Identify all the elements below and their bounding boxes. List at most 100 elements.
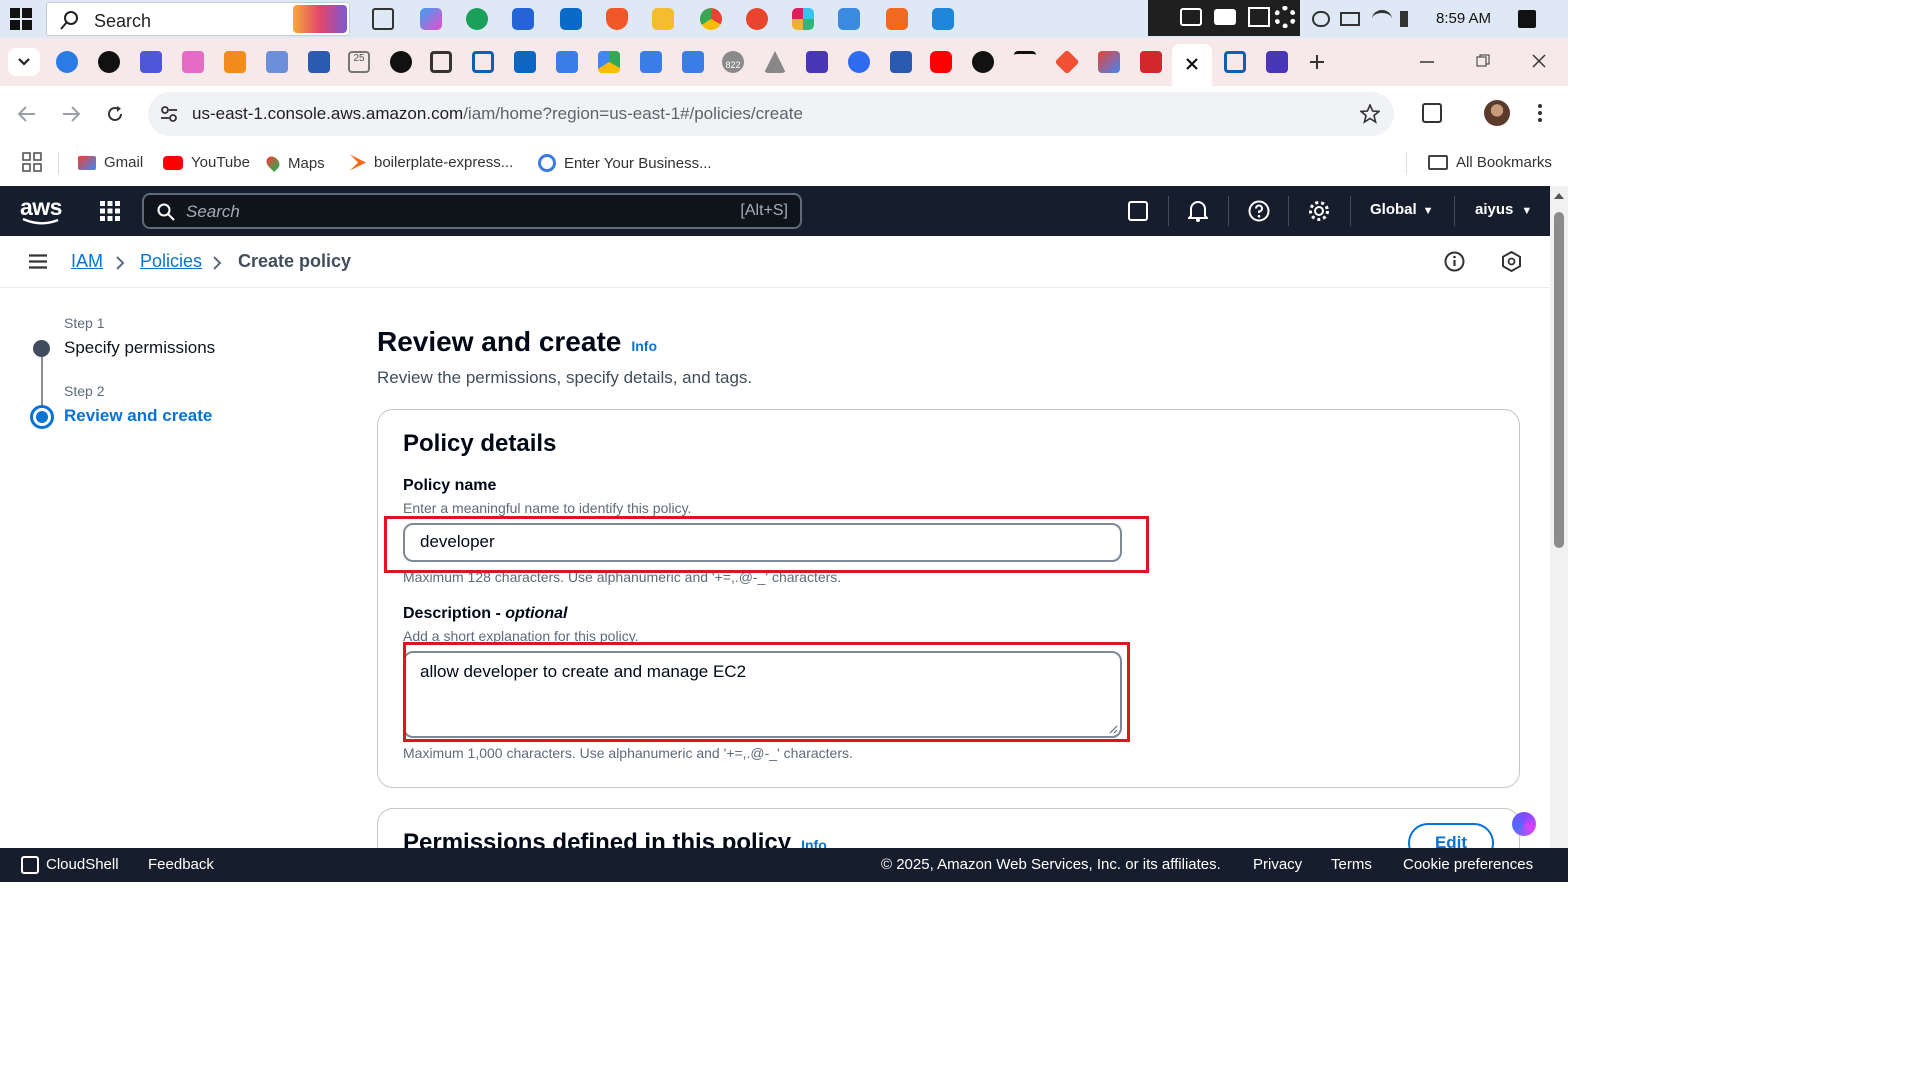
restore-icon[interactable] xyxy=(1476,54,1490,68)
bookmark-star-icon[interactable] xyxy=(1360,104,1380,124)
chatgpt-icon[interactable] xyxy=(972,51,994,73)
edit-button[interactable]: Edit xyxy=(1408,823,1494,848)
breadcrumb-policies[interactable]: Policies xyxy=(140,251,202,272)
tab-icon-3[interactable] xyxy=(140,51,162,73)
edge-icon[interactable] xyxy=(466,8,488,30)
cloudshell-footer-icon[interactable] xyxy=(21,856,39,874)
github-icon[interactable] xyxy=(98,51,120,73)
bookmark-business[interactable]: Enter Your Business... xyxy=(538,154,712,172)
chrome-icon[interactable] xyxy=(700,8,722,30)
screen-icon[interactable] xyxy=(1248,7,1270,27)
brave-icon[interactable] xyxy=(606,8,628,30)
settings-gear-icon[interactable] xyxy=(1308,200,1330,222)
tab-icon-11[interactable] xyxy=(472,51,494,73)
hamburger-menu-icon[interactable] xyxy=(29,254,47,269)
tab-icon-29[interactable] xyxy=(1224,51,1246,73)
tab-icon-19[interactable] xyxy=(806,51,828,73)
tab-icon-5[interactable] xyxy=(224,51,246,73)
scrollbar-thumb[interactable] xyxy=(1554,212,1564,548)
aws-logo[interactable]: aws xyxy=(20,194,62,221)
tab-icon-6[interactable] xyxy=(266,51,288,73)
vscode-icon[interactable] xyxy=(932,8,954,30)
reload-icon[interactable] xyxy=(106,105,124,123)
windows-start-icon[interactable] xyxy=(10,8,32,30)
battery-icon[interactable] xyxy=(1340,12,1360,26)
tab-icon-18[interactable] xyxy=(764,51,786,73)
tab-badge-icon[interactable]: 822 xyxy=(722,51,744,73)
file-explorer-icon[interactable] xyxy=(652,8,674,30)
url-bar[interactable]: us-east-1.console.aws.amazon.com/iam/hom… xyxy=(148,92,1394,136)
tab-icon-27[interactable] xyxy=(1140,51,1162,73)
camera-icon[interactable] xyxy=(1180,8,1202,26)
slack-icon[interactable] xyxy=(792,8,814,30)
tab-icon-4[interactable] xyxy=(182,51,204,73)
docs-icon[interactable] xyxy=(556,51,578,73)
zoom-icon[interactable] xyxy=(848,51,870,73)
video-camera-icon[interactable] xyxy=(1214,9,1236,25)
forward-icon[interactable] xyxy=(62,106,80,122)
tab-icon-24[interactable] xyxy=(1014,51,1036,73)
linkedin-icon[interactable] xyxy=(514,51,536,73)
copilot-icon[interactable] xyxy=(420,8,442,30)
docs-icon-2[interactable] xyxy=(640,51,662,73)
tab-icon-10[interactable] xyxy=(430,51,452,73)
scroll-up-icon[interactable] xyxy=(1554,192,1564,199)
bookmark-maps[interactable]: Maps xyxy=(263,153,325,173)
page-scrollbar[interactable] xyxy=(1550,186,1568,848)
bookmark-boilerplate[interactable]: boilerplate-express... xyxy=(350,154,513,171)
volume-icon[interactable] xyxy=(1400,11,1418,27)
bell-icon[interactable] xyxy=(1188,200,1208,222)
cloudshell-link[interactable]: CloudShell xyxy=(46,856,119,873)
tab-search-button[interactable] xyxy=(8,48,40,76)
kebab-menu-icon[interactable] xyxy=(1538,104,1542,122)
help-icon[interactable] xyxy=(1248,200,1270,222)
drive-icon[interactable] xyxy=(598,51,620,73)
task-view-icon[interactable] xyxy=(372,8,394,30)
close-icon[interactable] xyxy=(1185,57,1199,71)
photos-icon[interactable] xyxy=(838,8,860,30)
minimize-icon[interactable] xyxy=(1420,60,1434,64)
cookie-preferences-link[interactable]: Cookie preferences xyxy=(1403,856,1533,873)
assistant-icon[interactable] xyxy=(1512,812,1536,836)
tab-active[interactable] xyxy=(1172,44,1212,86)
feedback-link[interactable]: Feedback xyxy=(148,856,214,873)
store-icon[interactable] xyxy=(512,8,534,30)
account-menu[interactable]: aiyus ▼ xyxy=(1475,201,1532,218)
taskbar-search[interactable]: Search xyxy=(46,2,350,36)
window-close-icon[interactable] xyxy=(1532,54,1546,68)
profile-avatar[interactable] xyxy=(1484,100,1510,126)
page-info-link[interactable]: Info xyxy=(631,338,657,354)
taskbar-clock[interactable]: 8:59 AM xyxy=(1436,10,1491,27)
site-info-icon[interactable] xyxy=(160,105,178,123)
privacy-link[interactable]: Privacy xyxy=(1253,856,1302,873)
wifi-icon[interactable] xyxy=(1372,10,1392,28)
all-bookmarks[interactable]: All Bookmarks xyxy=(1428,154,1552,171)
breadcrumb-iam[interactable]: IAM xyxy=(71,251,103,272)
tab-icon-30[interactable] xyxy=(1266,51,1288,73)
terms-link[interactable]: Terms xyxy=(1331,856,1372,873)
calendar-icon[interactable]: 25 xyxy=(348,51,370,73)
extensions-icon[interactable] xyxy=(1422,103,1442,123)
step-1-name[interactable]: Specify permissions xyxy=(64,338,215,358)
notifications-icon[interactable] xyxy=(1518,10,1536,28)
git-icon[interactable] xyxy=(1054,49,1080,75)
gear-icon[interactable] xyxy=(1274,6,1296,28)
services-grid-icon[interactable] xyxy=(100,201,120,221)
region-selector[interactable]: Global ▼ xyxy=(1370,201,1434,218)
tab-icon-9[interactable] xyxy=(390,51,412,73)
cloud-icon[interactable] xyxy=(1312,11,1330,27)
permissions-info-link[interactable]: Info xyxy=(801,837,827,848)
wps-icon[interactable] xyxy=(746,8,768,30)
apps-grid-icon[interactable] xyxy=(22,152,42,172)
tab-icon-21[interactable] xyxy=(890,51,912,73)
outlook-icon[interactable] xyxy=(560,8,582,30)
youtube-tab-icon[interactable] xyxy=(930,51,952,73)
bookmark-youtube[interactable]: YouTube xyxy=(163,154,250,171)
docs-icon-3[interactable] xyxy=(682,51,704,73)
ubuntu-icon[interactable] xyxy=(886,8,908,30)
back-icon[interactable] xyxy=(18,106,36,122)
tab-icon-7[interactable] xyxy=(308,51,330,73)
info-panel-icon[interactable] xyxy=(1444,251,1465,272)
aws-search-input[interactable]: Search [Alt+S] xyxy=(142,193,802,229)
gmail-tab-icon[interactable] xyxy=(1098,51,1120,73)
